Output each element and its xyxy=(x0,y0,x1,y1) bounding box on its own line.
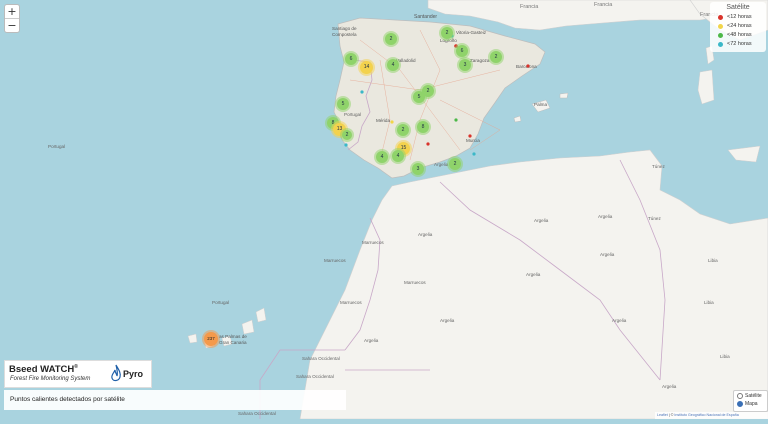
fire-cluster[interactable]: 2 xyxy=(385,33,397,45)
hotspot-dot xyxy=(390,120,394,124)
green-dot-icon xyxy=(718,32,723,38)
hotspot-dot xyxy=(344,143,348,147)
fire-cluster[interactable]: 4 xyxy=(376,151,388,163)
attribution: Leaflet | © Instituto Geográfico Naciona… xyxy=(655,412,768,419)
legend-label: <24 horas xyxy=(727,23,752,29)
legend-title: Satélite xyxy=(726,4,750,11)
yellow-dot-icon xyxy=(718,23,723,29)
fire-cluster[interactable]: 2 xyxy=(342,130,352,140)
fire-cluster[interactable]: 2 xyxy=(490,51,502,63)
fire-cluster[interactable]: 3 xyxy=(459,59,471,71)
fire-cluster[interactable]: 4 xyxy=(392,150,404,162)
legend-item: <72 horas xyxy=(718,41,766,47)
layer-option-satellite[interactable]: Satélite xyxy=(737,393,767,399)
zoom-out-button[interactable]: − xyxy=(5,18,19,32)
leaflet-link[interactable]: Leaflet xyxy=(657,413,668,417)
legend-label: <72 horas xyxy=(727,41,752,47)
flame-icon xyxy=(111,364,121,382)
fire-cluster[interactable]: 2 xyxy=(449,158,461,170)
legend-label: <48 horas xyxy=(727,32,752,38)
hotspot-dot xyxy=(454,118,458,122)
ign-link[interactable]: Instituto Geográfico Nacional de España xyxy=(674,413,738,417)
zoom-in-button[interactable]: + xyxy=(5,5,19,18)
hotspot-dot xyxy=(468,134,472,138)
brand-subtitle: Forest Fire Monitoring System xyxy=(10,376,91,382)
hotspot-dot xyxy=(426,142,430,146)
caption-bar: Puntos calientes detectados por satélite xyxy=(4,390,346,410)
hotspot-dot xyxy=(360,90,364,94)
fire-cluster[interactable]: 14 xyxy=(360,61,373,74)
fire-cluster[interactable]: 237 xyxy=(204,332,218,346)
fire-cluster[interactable]: 8 xyxy=(417,121,429,133)
zoom-control: + − xyxy=(4,4,20,33)
hotspot-dot xyxy=(526,64,530,68)
fire-cluster[interactable]: 5 xyxy=(413,91,425,103)
layer-option-map[interactable]: Mapa xyxy=(737,401,767,407)
radio-selected-icon[interactable] xyxy=(737,401,743,407)
pyro-logo: Pyro xyxy=(109,364,149,384)
cyan-dot-icon xyxy=(718,41,723,47)
map-area[interactable]: Francia Francia Francia Santander Santia… xyxy=(0,0,768,420)
legend-item: <24 horas xyxy=(718,23,766,29)
logo-text: Pyro xyxy=(123,369,144,379)
legend: Satélite <12 horas <24 horas <48 horas <… xyxy=(710,2,766,52)
hotspot-dots xyxy=(344,34,530,156)
legend-item: <12 horas xyxy=(718,14,766,20)
red-dot-icon xyxy=(718,14,723,20)
caption-text: Puntos calientes detectados por satélite xyxy=(10,396,125,403)
legend-label: <12 horas xyxy=(727,14,752,20)
layer-switcher: Satélite Mapa xyxy=(733,390,768,412)
fire-cluster[interactable]: 3 xyxy=(412,163,424,175)
fire-cluster[interactable]: 2 xyxy=(441,27,453,39)
brand-panel: Bseed WATCH® Forest Fire Monitoring Syst… xyxy=(4,360,152,388)
fire-cluster[interactable]: 6 xyxy=(345,53,357,65)
legend-item: <48 horas xyxy=(718,32,766,38)
fire-cluster[interactable]: 4 xyxy=(387,59,399,71)
radio-icon[interactable] xyxy=(737,393,743,399)
fire-cluster[interactable]: 2 xyxy=(397,124,409,136)
hotspot-dot xyxy=(472,152,476,156)
fire-cluster[interactable]: 6 xyxy=(456,45,468,57)
brand-title: Bseed WATCH® xyxy=(9,364,78,376)
fire-cluster[interactable]: 5 xyxy=(337,98,349,110)
